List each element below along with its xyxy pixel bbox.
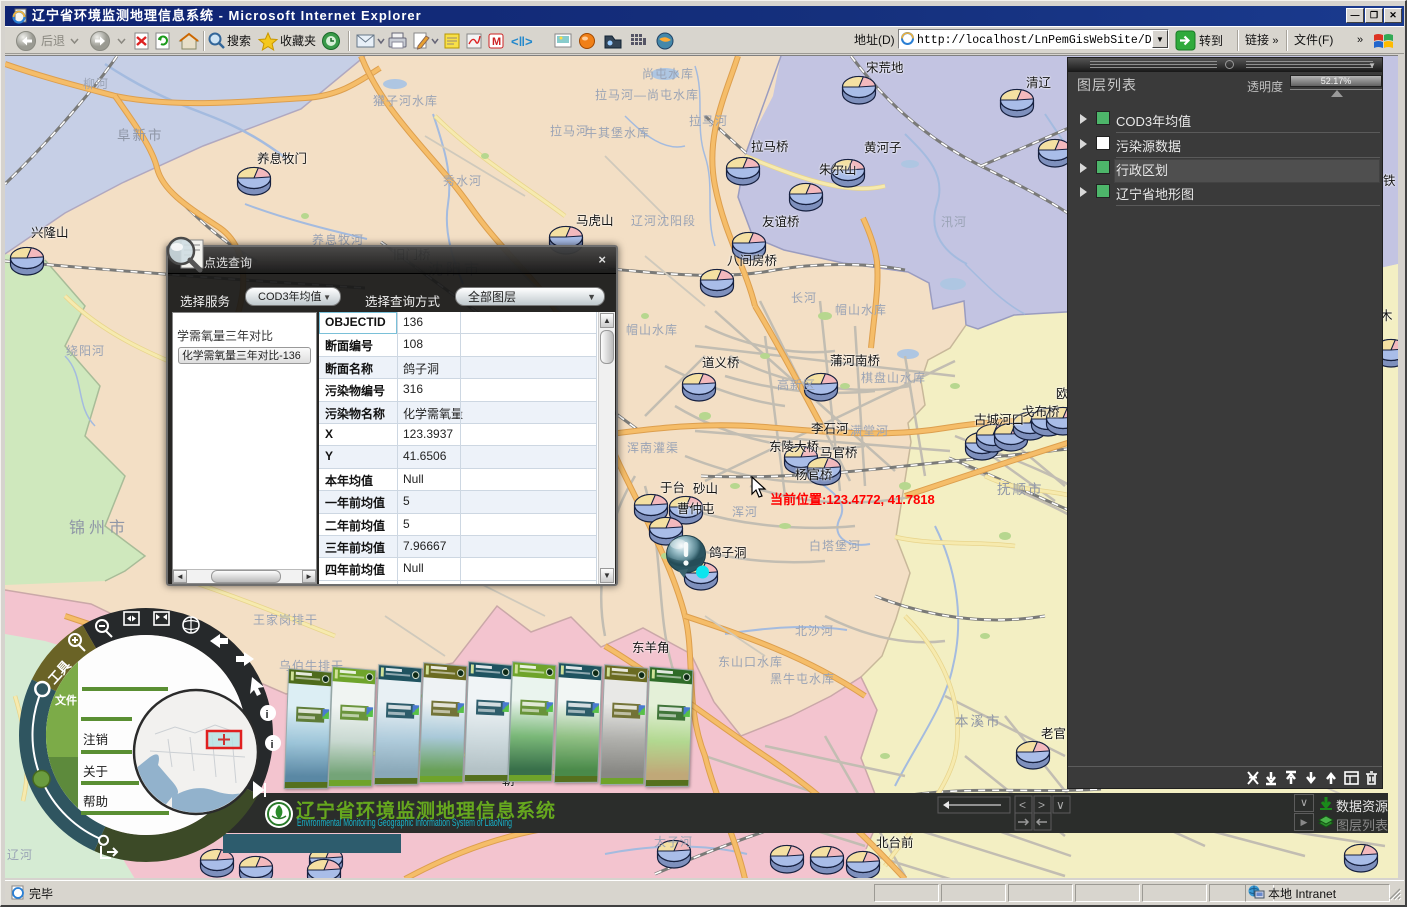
svg-text:M: M — [492, 36, 501, 48]
svg-text:收藏夹: 收藏夹 — [280, 34, 316, 48]
svg-text:<: < — [1019, 798, 1026, 812]
svg-text:转到: 转到 — [1199, 33, 1223, 48]
svg-text:后退: 后退 — [41, 34, 65, 48]
svg-text:关于: 关于 — [83, 765, 108, 779]
svg-text:搜索: 搜索 — [227, 33, 251, 48]
svg-text:注销: 注销 — [83, 732, 108, 747]
svg-text:文件: 文件 — [55, 693, 77, 707]
svg-text:帮助: 帮助 — [83, 795, 108, 809]
svg-text:<‖>: <‖> — [511, 34, 533, 49]
svg-text:i: i — [271, 739, 274, 751]
svg-text:i: i — [266, 709, 269, 721]
svg-text:>: > — [1038, 798, 1045, 812]
svg-text:∨: ∨ — [1056, 798, 1065, 812]
